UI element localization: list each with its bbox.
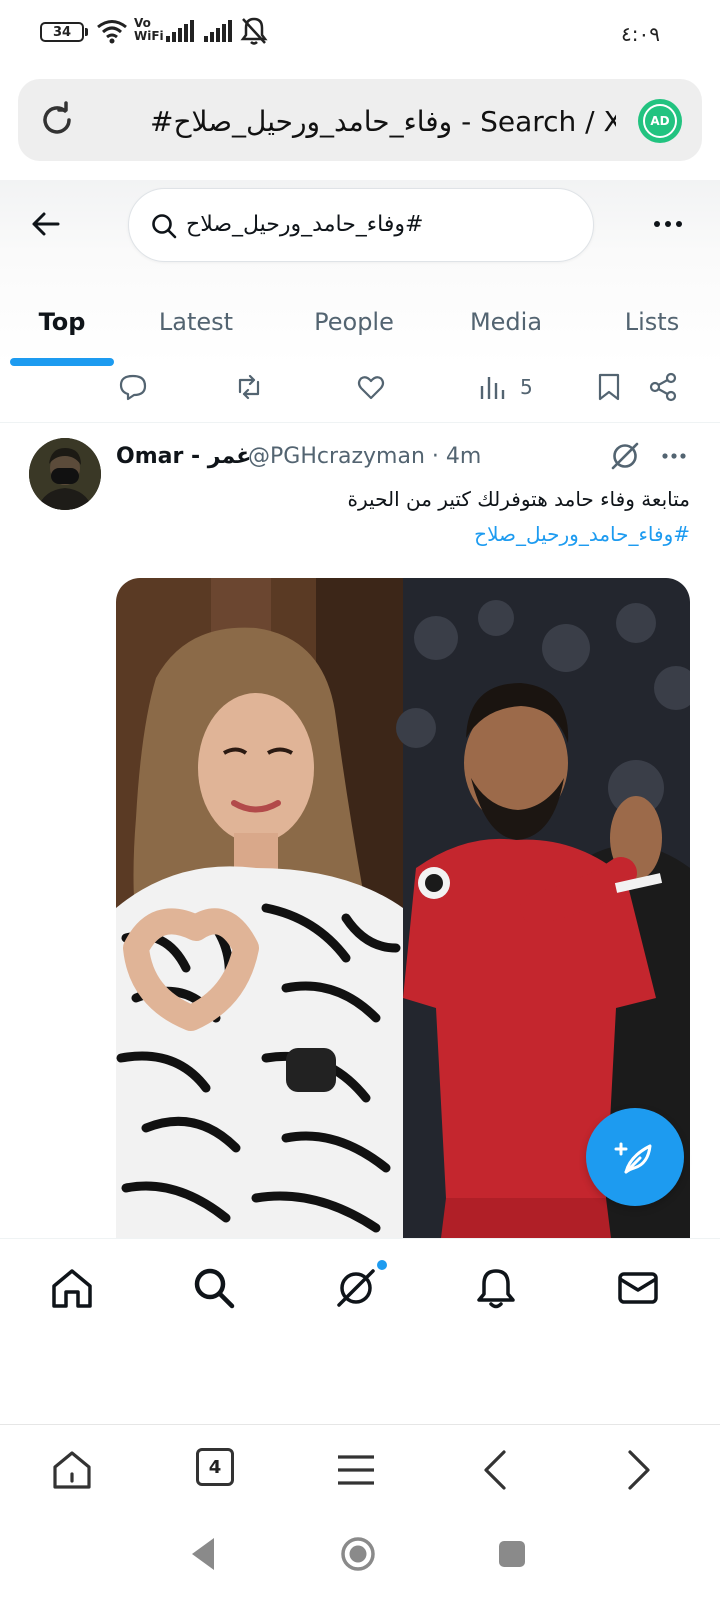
battery-indicator: 34 (40, 22, 84, 42)
search-query[interactable]: #وفاء_حامد_ورحيل_صلاح (186, 207, 436, 243)
status-bar: 34 Vo WiFi ٤:٠٩ (0, 0, 720, 64)
share-icon[interactable] (648, 372, 678, 402)
ad-badge-label: AD (643, 104, 677, 138)
nav-grok-icon[interactable] (334, 1266, 378, 1310)
android-recents-icon[interactable] (492, 1534, 532, 1574)
battery-level: 34 (52, 24, 72, 40)
tab-top[interactable]: Top (22, 302, 102, 346)
compose-feather-icon (614, 1142, 652, 1174)
like-icon[interactable] (356, 372, 386, 402)
post-text: متابعة وفاء حامد هتوفرلك كتير من الحيرة (347, 487, 690, 511)
wifi-icon (97, 20, 127, 44)
messages-icon[interactable] (616, 1266, 660, 1310)
bookmark-icon[interactable] (594, 372, 624, 402)
post-author-name[interactable]: Omar - غمر (116, 442, 251, 472)
active-tab-indicator (10, 358, 114, 366)
reload-icon[interactable] (37, 100, 77, 140)
tab-lists[interactable]: Lists (610, 302, 694, 346)
post-hashtag-link[interactable]: #وفاء_حامد_ورحيل_صلاح (474, 519, 690, 549)
post-handle-time[interactable]: @PGHcrazyman · 4m (248, 442, 481, 472)
post-divider (0, 422, 720, 423)
views-count: 5 (520, 375, 533, 399)
tab-media[interactable]: Media (456, 302, 556, 346)
clock: ٤:٠٩ (621, 22, 660, 46)
repost-icon[interactable] (234, 372, 264, 402)
forward-icon[interactable] (616, 1448, 660, 1492)
grok-icon[interactable] (610, 441, 640, 471)
nav-search-icon[interactable] (192, 1266, 236, 1310)
signal-icon (166, 20, 194, 42)
search-icon (152, 214, 177, 239)
android-home-icon[interactable] (338, 1534, 378, 1574)
tab-count: 4 (208, 1456, 222, 1478)
tab-latest[interactable]: Latest (146, 302, 246, 346)
compose-post-button[interactable] (586, 1108, 684, 1206)
vowifi-label: Vo WiFi (134, 16, 164, 43)
battery-tip (85, 28, 88, 36)
mute-icon (240, 17, 268, 45)
more-options-icon[interactable] (650, 212, 686, 236)
home-icon[interactable] (50, 1266, 94, 1310)
back-arrow-icon[interactable] (28, 206, 64, 242)
avatar[interactable] (29, 438, 101, 510)
notifications-icon[interactable] (474, 1266, 518, 1310)
grok-notification-dot (377, 1260, 387, 1270)
android-back-icon[interactable] (184, 1534, 224, 1574)
tabs-button[interactable]: 4 (196, 1448, 234, 1486)
views-icon[interactable] (478, 372, 508, 402)
reply-icon[interactable] (118, 372, 148, 402)
ad-block-badge[interactable]: AD (638, 99, 682, 143)
url-title[interactable]: #وفاء_حامد_ورحيل_صلاح - Search / X (150, 100, 616, 144)
post-more-icon[interactable] (660, 448, 688, 464)
browser-home-icon[interactable] (50, 1448, 94, 1492)
tab-people[interactable]: People (296, 302, 412, 346)
menu-icon[interactable] (334, 1448, 378, 1492)
back-icon[interactable] (474, 1448, 518, 1492)
signal-icon-2 (204, 20, 232, 42)
